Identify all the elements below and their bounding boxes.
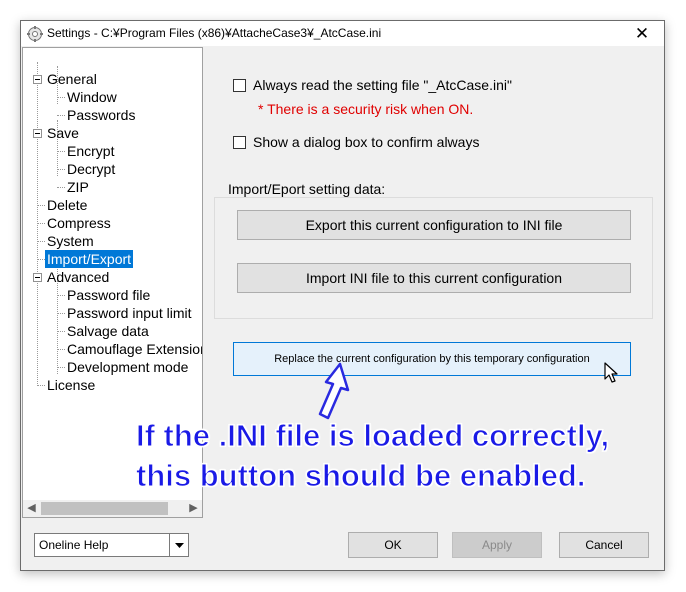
close-icon: ✕: [634, 23, 650, 43]
tree-connector: [57, 151, 65, 152]
tree-item-compress[interactable]: Compress: [45, 214, 113, 232]
tree-item-decrypt[interactable]: Decrypt: [65, 160, 117, 178]
show-dialog-label: Show a dialog box to confirm always: [253, 134, 480, 150]
export-ini-button[interactable]: Export this current configuration to INI…: [237, 210, 631, 240]
title-bar[interactable]: Settings - C:¥Program Files (x86)¥Attach…: [21, 21, 664, 46]
chevron-down-icon[interactable]: [169, 534, 188, 556]
tree-connector: [37, 385, 45, 386]
tree-item-development-mode[interactable]: Development mode: [65, 358, 190, 376]
show-dialog-checkbox-row[interactable]: Show a dialog box to confirm always: [233, 134, 479, 150]
help-select-value: Oneline Help: [39, 538, 109, 552]
tree-item-salvage-data[interactable]: Salvage data: [65, 322, 151, 340]
always-read-checkbox[interactable]: [233, 78, 246, 92]
tree-item-save[interactable]: Save: [45, 124, 81, 142]
close-button[interactable]: ✕: [620, 21, 664, 46]
window-title: Settings - C:¥Program Files (x86)¥Attach…: [47, 26, 382, 40]
security-warning: * There is a security risk when ON.: [258, 101, 474, 117]
tree-item-general[interactable]: General: [45, 70, 99, 88]
tree-connector: [57, 295, 65, 296]
gear-icon: [27, 26, 43, 42]
collapse-icon[interactable]: [33, 75, 42, 84]
tree-connector: [57, 97, 65, 98]
tree-connector: [37, 62, 38, 386]
tree-item-password-file[interactable]: Password file: [65, 286, 152, 304]
tree-connector: [37, 241, 45, 242]
tree-item-delete[interactable]: Delete: [45, 196, 89, 214]
always-read-checkbox-row[interactable]: Always read the setting file "_AtcCase.i…: [233, 77, 512, 93]
tree-item-import-export[interactable]: Import/Export: [45, 250, 134, 268]
tree-item-passwords[interactable]: Passwords: [65, 106, 137, 124]
show-dialog-checkbox[interactable]: [233, 135, 246, 149]
tree-connector: [57, 115, 65, 116]
tree-connector: [57, 349, 65, 350]
tree-connector: [37, 205, 45, 206]
tree-item-window[interactable]: Window: [65, 88, 119, 106]
apply-button[interactable]: Apply: [452, 532, 542, 558]
tree-connector: [57, 331, 65, 332]
tree-connector: [37, 259, 45, 260]
tree-item-advanced[interactable]: Advanced: [45, 268, 111, 286]
tree-connector: [57, 169, 65, 170]
ok-button[interactable]: OK: [348, 532, 438, 558]
help-select[interactable]: Oneline Help: [34, 533, 189, 557]
annotation-text: If the .INI file is loaded correctly, th…: [135, 416, 610, 496]
always-read-label: Always read the setting file "_AtcCase.i…: [253, 77, 512, 93]
tree-connector: [57, 313, 65, 314]
tree-item-password-input-limit[interactable]: Password input limit: [65, 304, 194, 322]
import-ini-button[interactable]: Import INI file to this current configur…: [237, 263, 631, 293]
tree-connector: [57, 187, 65, 188]
groupbox-label: Import/Eport setting data:: [227, 181, 387, 197]
cancel-button[interactable]: Cancel: [559, 532, 649, 558]
scroll-left-icon[interactable]: ◀: [23, 500, 40, 517]
tree-connector: [57, 367, 65, 368]
arrow-up-icon: [318, 362, 350, 420]
tree-item-system[interactable]: System: [45, 232, 96, 250]
collapse-icon[interactable]: [33, 273, 42, 282]
collapse-icon[interactable]: [33, 129, 42, 138]
horizontal-scrollbar[interactable]: ◀ ▶: [23, 500, 202, 517]
tree-item-license[interactable]: License: [45, 376, 97, 394]
replace-configuration-button[interactable]: Replace the current configuration by thi…: [233, 342, 631, 376]
tree-connector: [37, 223, 45, 224]
annotation-line-2: this button should be enabled.: [135, 458, 586, 494]
scroll-thumb[interactable]: [41, 502, 168, 515]
annotation-line-1: If the .INI file is loaded correctly,: [135, 418, 610, 454]
tree-item-encrypt[interactable]: Encrypt: [65, 142, 116, 160]
tree-item-zip[interactable]: ZIP: [65, 178, 91, 196]
scroll-right-icon[interactable]: ▶: [185, 500, 202, 517]
mouse-cursor-icon: [604, 362, 618, 383]
tree-item-camouflage-extension[interactable]: Camouflage Extension: [65, 340, 202, 358]
